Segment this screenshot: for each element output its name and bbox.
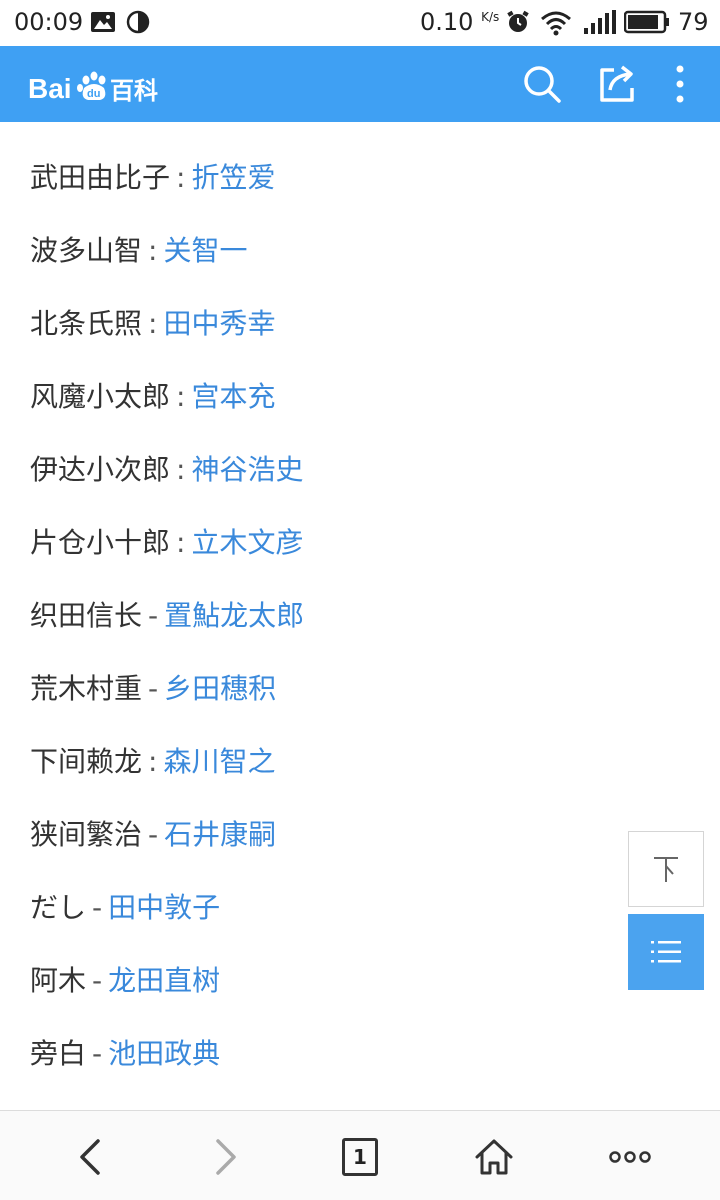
voice-actor-link[interactable]: 神谷浩史 [191, 453, 303, 486]
separator: - [92, 1037, 103, 1070]
cast-row: 阿木 - 龙田直树 [30, 961, 220, 1001]
menu-button[interactable] [600, 1129, 660, 1185]
voice-actor-link[interactable]: 乡田穗积 [164, 672, 276, 705]
role-name: 下间赖龙 [30, 745, 143, 778]
role-name: 织田信长 [30, 599, 143, 632]
table-of-contents-button[interactable] [628, 914, 704, 990]
baidu-baike-logo[interactable]: Bai du 百科 [28, 64, 168, 108]
image-notification-icon [90, 10, 116, 40]
cast-row: 北条氏照: 田中秀幸 [30, 304, 275, 344]
role-name: 波多山智 [30, 234, 143, 267]
network-speed: 0.10 K/s [420, 8, 499, 36]
cast-row: 旁白 - 池田政典 [30, 1034, 220, 1074]
separator: : [148, 307, 158, 340]
cast-row: 伊达小次郎: 神谷浩史 [30, 450, 303, 490]
search-icon [524, 66, 561, 103]
voice-actor-link[interactable]: 田中敦子 [108, 891, 220, 924]
back-to-top-icon [654, 857, 678, 882]
chevron-right-icon [216, 1139, 236, 1175]
voice-actor-link[interactable]: 立木文彦 [191, 526, 303, 559]
role-name: 片仓小十郎 [30, 526, 171, 559]
cast-row: 风魔小太郎: 宫本充 [30, 377, 275, 417]
separator: : [176, 380, 186, 413]
network-speed-unit: K/s [481, 10, 500, 24]
status-time: 00:09 [14, 8, 84, 36]
battery-icon [623, 10, 670, 40]
separator: - [148, 599, 159, 632]
back-to-top-button[interactable] [628, 831, 704, 907]
search-button[interactable] [518, 60, 566, 108]
cast-row: 片仓小十郎: 立木文彦 [30, 523, 303, 563]
battery-level: 79 [678, 8, 709, 36]
cast-row: 武田由比子: 折笠爱 [30, 158, 275, 198]
separator: - [92, 964, 103, 997]
role-name: 旁白 [30, 1037, 87, 1070]
voice-actor-link[interactable]: 置鮎龙太郎 [164, 599, 304, 632]
role-name: 风魔小太郎 [30, 380, 171, 413]
voice-actor-link[interactable]: 森川智之 [163, 745, 275, 778]
wifi-icon [540, 10, 572, 42]
data-saver-icon [126, 10, 150, 40]
more-horizontal-icon [609, 1151, 651, 1163]
home-icon [475, 1139, 513, 1175]
tabs-button[interactable]: 1 [330, 1129, 390, 1185]
logo-paw-text: du [87, 88, 100, 100]
cast-row: 狭间繁治 - 石井康嗣 [30, 815, 276, 855]
voice-actor-link[interactable]: 龙田直树 [108, 964, 220, 997]
separator: - [148, 818, 159, 851]
alarm-icon [506, 10, 530, 40]
browser-toolbar: 1 [0, 1110, 720, 1200]
logo-text: Bai [28, 73, 72, 104]
separator: - [92, 891, 103, 924]
role-name: 荒木村重 [30, 672, 143, 705]
separator: : [148, 745, 158, 778]
share-button[interactable] [594, 60, 642, 108]
role-name: 阿木 [30, 964, 87, 997]
voice-actor-link[interactable]: 田中秀幸 [163, 307, 275, 340]
voice-actor-link[interactable]: 池田政典 [108, 1037, 220, 1070]
tab-count: 1 [342, 1138, 378, 1176]
list-icon [651, 941, 681, 963]
cast-row: 织田信长 - 置鮎龙太郎 [30, 596, 304, 636]
separator: : [176, 526, 186, 559]
voice-actor-link[interactable]: 石井康嗣 [164, 818, 276, 851]
role-name: 狭间繁治 [30, 818, 143, 851]
more-menu-button[interactable] [656, 60, 704, 108]
separator: - [148, 672, 159, 705]
chevron-left-icon [80, 1139, 100, 1175]
signal-icon [582, 10, 618, 42]
voice-actor-link[interactable]: 宫本充 [191, 380, 275, 413]
separator: : [176, 161, 186, 194]
status-bar: 00:09 0.10 K/s 79 [0, 0, 720, 46]
back-button[interactable] [60, 1129, 120, 1185]
logo-suffix: 百科 [110, 77, 158, 105]
more-vertical-icon [676, 65, 684, 103]
role-name: 北条氏照 [30, 307, 143, 340]
cast-list: 武田由比子: 折笠爱 波多山智: 关智一 北条氏照: 田中秀幸 风魔小太郎: 宫本充 伊… [0, 122, 720, 1110]
separator: : [148, 234, 158, 267]
voice-actor-link[interactable]: 关智一 [163, 234, 247, 267]
cast-row: 下间赖龙: 森川智之 [30, 742, 275, 782]
cast-row: 荒木村重 - 乡田穗积 [30, 669, 276, 709]
share-icon [600, 65, 634, 102]
voice-actor-link[interactable]: 折笠爱 [191, 161, 275, 194]
role-name: だし [30, 891, 87, 924]
cast-row: 波多山智: 关智一 [30, 231, 247, 271]
cast-row: だし - 田中敦子 [30, 888, 220, 928]
forward-button[interactable] [196, 1129, 256, 1185]
role-name: 武田由比子 [30, 161, 171, 194]
home-button[interactable] [464, 1129, 524, 1185]
network-speed-value: 0.10 [420, 8, 474, 36]
separator: : [176, 453, 186, 486]
app-bar: Bai du 百科 [0, 46, 720, 122]
role-name: 伊达小次郎 [30, 453, 171, 486]
